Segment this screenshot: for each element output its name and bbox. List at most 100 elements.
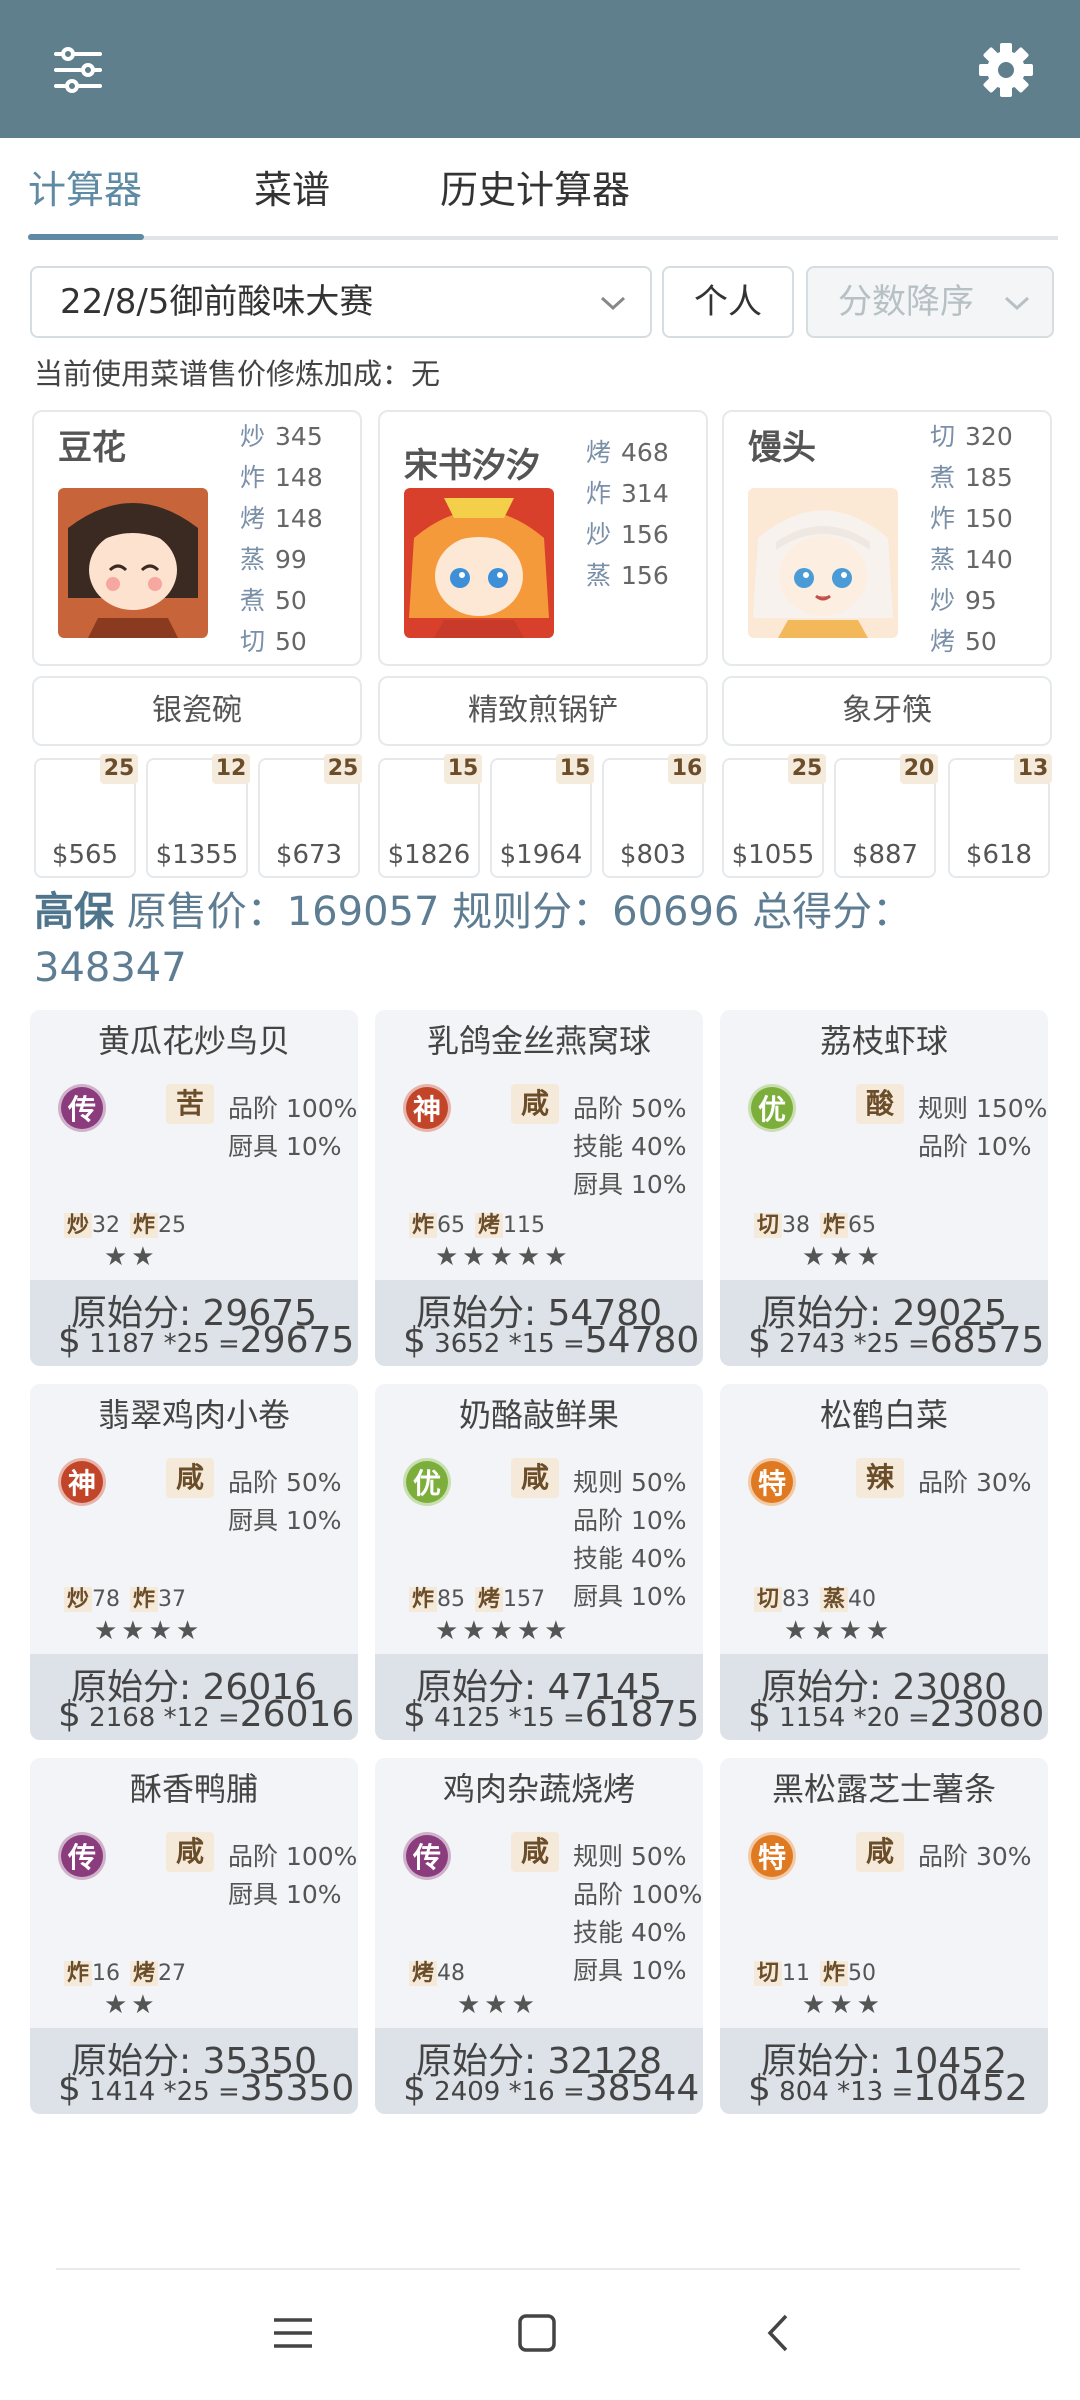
menu-icon[interactable]	[270, 2310, 316, 2360]
rank-badge: 神	[58, 1458, 106, 1506]
skill-req: 炒 32	[62, 1210, 122, 1242]
material-slot[interactable]: 15 $1826	[378, 754, 482, 878]
dish-card[interactable]: 鸡肉杂蔬烧烤传 咸规则 50% 品阶 100% 技能 40% 厨具 10% 烤 48 ★★★ 原…	[375, 1758, 703, 2114]
dish-card[interactable]: 黄瓜花炒鸟贝传苦品阶 100% 厨具 10% 炒 32 炸 25 ★★ 原始分: 29675 $…	[30, 1010, 358, 1366]
unit-price: 3652	[434, 1329, 501, 1359]
dish-card[interactable]: 黑松露芝士薯条特咸品阶 30% 切 11 炸 50 ★★★ 原始分: 10452 $ 804 …	[720, 1758, 1048, 2114]
dollar-icon: $	[403, 1320, 426, 1361]
tab-recipes[interactable]: 菜谱	[254, 160, 330, 220]
score-calc: $ 2409 *16 =38544	[403, 2068, 699, 2109]
equipment-button[interactable]: 精致煎锅铲	[378, 676, 708, 746]
chef-skill: 烤 468	[586, 438, 669, 467]
star-rating: ★★	[104, 1990, 159, 2020]
contest-select[interactable]: 22/8/5御前酸味大赛	[30, 266, 652, 338]
equipment-button[interactable]: 银瓷碗	[32, 676, 362, 746]
rank-badge: 优	[403, 1458, 451, 1506]
chef-card[interactable]: 馒头 切 320 煮 185 炸 150 蒸 140 炒 95 烤 50	[722, 410, 1052, 666]
bonus-line: 厨具 10%	[573, 1956, 687, 1985]
home-square-icon[interactable]	[514, 2310, 560, 2360]
dish-card[interactable]: 奶酪敲鲜果优 咸规则 50% 品阶 10% 技能 40% 厨具 10% 炸 85 烤 157 ★★…	[375, 1384, 703, 1740]
quantity: *25	[163, 2077, 210, 2107]
skill-req: 切 83	[752, 1584, 812, 1616]
sort-select[interactable]: 分数降序	[806, 266, 1054, 338]
quantity: *15	[508, 1329, 555, 1359]
quantity: *13	[837, 2077, 884, 2107]
material-slot[interactable]: 15 $1964	[490, 754, 594, 878]
dish-name: 黑松露芝士薯条	[771, 1770, 996, 1808]
score-panel: 原始分: 32128 $ 2409 *16 =38544	[375, 2028, 703, 2114]
star-rating: ★★★★★	[435, 1242, 572, 1272]
bonus-info: 当前使用菜谱售价修炼加成：无	[34, 357, 441, 391]
rank-badge: 神	[403, 1084, 451, 1132]
bonus-list: 规则 150% 品阶 10%	[918, 1090, 1047, 1166]
material-price: $565	[51, 840, 119, 870]
bonus-list: 品阶 100% 厨具 10%	[228, 1090, 357, 1166]
score-calc: $ 1414 *25 =35350	[58, 2068, 354, 2109]
dollar-icon: $	[748, 1320, 771, 1361]
score-panel: 原始分: 10452 $ 804 *13 =10452	[720, 2028, 1048, 2114]
summary-text: 原售价：169057 规则分：60696 总得分：	[126, 889, 913, 935]
rank-badge: 传	[58, 1084, 106, 1132]
equipment-button[interactable]: 象牙筷	[722, 676, 1052, 746]
dish-card[interactable]: 翡翠鸡肉小卷神咸品阶 50% 厨具 10% 炒 78 炸 37 ★★★★ 原始分: 26016…	[30, 1384, 358, 1740]
star-rating: ★★★	[802, 1990, 884, 2020]
dish-card[interactable]: 松鹤白菜特辣品阶 30% 切 83 蒸 40 ★★★★ 原始分: 23080 $ 1154 *…	[720, 1384, 1048, 1740]
score-calc: $ 4125 *15 =61875	[403, 1694, 699, 1735]
dish-card[interactable]: 乳鸽金丝燕窝球神咸品阶 50% 技能 40% 厨具 10% 炸 65 烤 115 ★★★★★ 原…	[375, 1010, 703, 1366]
material-slot[interactable]: 20 $887	[834, 754, 938, 878]
tab-history-calculator[interactable]: 历史计算器	[440, 160, 630, 220]
bonus-list: 品阶 30%	[918, 1464, 1032, 1502]
chevron-down-icon	[1002, 268, 1032, 359]
bonus-line: 品阶 50%	[573, 1094, 687, 1123]
material-qty: 12	[212, 754, 250, 784]
chef-name: 豆花	[58, 428, 126, 468]
tab-calculator[interactable]: 计算器	[28, 160, 142, 220]
mode-button[interactable]: 个人	[662, 266, 794, 338]
bonus-line: 品阶 100%	[228, 1094, 358, 1123]
skill-req-list: 切 11 炸 50	[752, 1958, 884, 1990]
material-qty: 16	[668, 754, 706, 784]
dish-card[interactable]: 荔枝虾球优 酸规则 150% 品阶 10% 切 38 炸 65 ★★★ 原始分: 29025 $ …	[720, 1010, 1048, 1366]
material-price: $1055	[731, 840, 815, 870]
dish-name: 黄瓜花炒鸟贝	[97, 1022, 290, 1060]
bonus-line: 厨具 10%	[573, 1582, 687, 1611]
flavor-tag: 辣	[856, 1458, 904, 1498]
bonus-list: 规则 50% 品阶 10% 技能 40% 厨具 10%	[573, 1464, 687, 1616]
material-price: $673	[275, 840, 343, 870]
sliders-icon[interactable]	[42, 34, 114, 106]
tab-indicator	[28, 234, 144, 240]
material-qty: 15	[556, 754, 594, 784]
dish-name: 奶酪敲鲜果	[458, 1396, 619, 1434]
flavor-tag: 咸	[511, 1458, 559, 1498]
skill-req: 烤 157	[473, 1584, 547, 1616]
material-price: $1964	[499, 840, 583, 870]
unit-price: 1187	[89, 1329, 156, 1359]
material-qty: 25	[324, 754, 362, 784]
summary-label: 高保	[34, 889, 114, 935]
app-bar	[0, 0, 1080, 138]
dish-card[interactable]: 酥香鸭脯传咸品阶 100% 厨具 10% 炸 16 烤 27 ★★ 原始分: 35350 $ 1…	[30, 1758, 358, 2114]
score-panel: 原始分: 29675 $ 1187 *25 =29675	[30, 1280, 358, 1366]
material-slot[interactable]: 13 $618	[948, 754, 1052, 878]
skill-req: 烤 115	[473, 1210, 547, 1242]
material-slot[interactable]: 16 $803	[602, 754, 706, 878]
back-icon[interactable]	[756, 2310, 802, 2360]
gear-icon[interactable]	[970, 34, 1042, 106]
material-slot[interactable]: 12 $1355	[146, 754, 250, 878]
unit-price: 1414	[89, 2077, 156, 2107]
material-slot[interactable]: 25 $565	[34, 754, 138, 878]
chef-card[interactable]: 宋书汐汐 烤 468 炸 314 炒 156 蒸 156	[378, 410, 708, 666]
material-slot[interactable]: 25 $1055	[722, 754, 826, 878]
skill-req: 炸 85	[407, 1584, 467, 1616]
material-slot[interactable]: 25 $673	[258, 754, 362, 878]
chef-skill: 炸 150	[930, 504, 1013, 533]
star-rating: ★★★★	[784, 1616, 894, 1646]
flavor-tag: 咸	[166, 1832, 214, 1872]
rank-badge: 特	[748, 1832, 796, 1880]
bonus-line: 规则 50%	[573, 1842, 687, 1871]
bonus-line: 技能 40%	[573, 1544, 687, 1573]
skill-req-list: 炸 16 烤 27	[62, 1958, 194, 1990]
equals-sign: =	[217, 1703, 240, 1733]
chef-card[interactable]: 豆花 炒 345 炸 148 烤 148 蒸 99 煮 50 切 50	[32, 410, 362, 666]
system-nav-bar	[0, 2270, 1080, 2400]
